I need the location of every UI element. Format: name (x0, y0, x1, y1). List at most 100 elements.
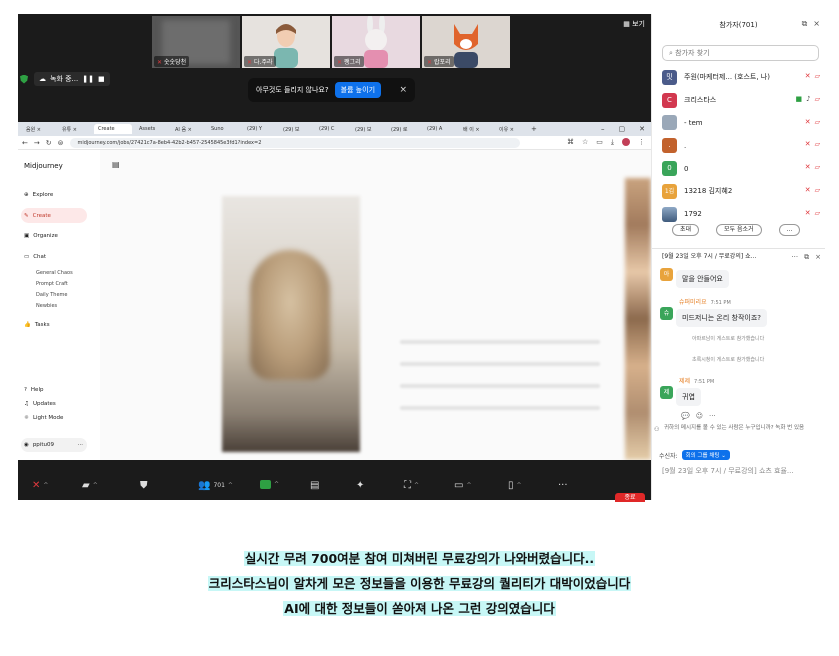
url-field[interactable]: midjourney.com/jobs/27421c7a-8eb4-42b2-b… (69, 137, 520, 148)
participant-row[interactable]: 0 0 ✕ ▱ (662, 157, 822, 180)
participant-row[interactable]: C 크리스타스 ■ ♪ ▱ (662, 89, 822, 112)
chevron-up-icon[interactable]: ^ (228, 482, 233, 489)
maximize-icon[interactable]: ▢ (619, 125, 626, 133)
chevron-up-icon[interactable]: ^ (414, 482, 419, 489)
browser-tab[interactable]: 배 이 × (459, 124, 492, 135)
browser-tab[interactable]: AI 음 × (171, 124, 204, 135)
end-meeting-button[interactable]: 종료 (615, 493, 645, 502)
chevron-up-icon[interactable]: ^ (517, 482, 522, 489)
pause-icon[interactable]: ❚❚ (82, 75, 94, 83)
chevron-up-icon[interactable]: ^ (274, 481, 279, 488)
share-screen-button[interactable]: ^ (260, 480, 279, 489)
pop-out-icon[interactable]: ⧉ (804, 249, 809, 264)
video-tile-2[interactable]: ✕ 다.주라 (242, 16, 330, 68)
forward-icon[interactable]: → (34, 139, 40, 147)
browser-tab[interactable]: (29) 보 (279, 124, 312, 135)
shield-icon: ⛊ (140, 480, 148, 491)
raise-volume-button[interactable]: 볼륨 높이기 (334, 82, 382, 98)
focus-button[interactable]: ⛶ ^ (404, 480, 419, 491)
ai-companion-button[interactable]: ✦ (356, 480, 364, 491)
mute-all-button[interactable]: 모두 음소거 (716, 224, 762, 236)
reply-icon[interactable]: 💬 (681, 412, 690, 420)
participant-row[interactable]: - tem ✕ ▱ (662, 112, 822, 135)
image-thumbnail-strip[interactable] (625, 178, 651, 460)
nav-organize[interactable]: ▣ Organize (24, 233, 58, 239)
translate-icon[interactable]: ⌘ (567, 138, 574, 147)
browser-tab-active[interactable]: Create (94, 124, 132, 134)
video-tile-4[interactable]: ✕ 랍포리 (422, 16, 510, 68)
browser-tab[interactable]: Suno (207, 124, 240, 134)
more-button[interactable]: ··· (558, 480, 568, 491)
menu-kebab-icon[interactable]: ⋮ (638, 138, 645, 147)
invite-button[interactable]: 초대 (672, 224, 700, 236)
site-info-icon[interactable]: ⊜ (58, 139, 64, 147)
participant-search-input[interactable]: ⌕ 참가자 찾기 (662, 45, 819, 61)
close-icon[interactable]: × (399, 85, 407, 95)
chevron-up-icon[interactable]: ^ (43, 482, 48, 489)
more-icon[interactable]: ··· (709, 412, 716, 420)
chat-room-newbies[interactable]: Newbies (36, 303, 57, 309)
video-button[interactable]: ▰ ^ (82, 480, 98, 491)
nav-explore[interactable]: ⊕ Explore (24, 192, 53, 198)
notes-button[interactable]: ▯ ^ (508, 480, 522, 491)
tile-name: ✕ 랍포리 (424, 56, 454, 67)
chat-room-daily-theme[interactable]: Daily Theme (36, 292, 68, 298)
extensions-icon[interactable]: ▭ (596, 138, 603, 147)
screen-icon: ▭ (454, 480, 464, 491)
participant-row[interactable]: . . ✕ ▱ (662, 134, 822, 157)
summary-button[interactable]: ▤ (310, 480, 319, 491)
image-icon[interactable]: ▤ (112, 160, 120, 169)
download-icon[interactable]: ⤓ (611, 138, 614, 147)
browser-tab[interactable]: Assets (135, 124, 168, 134)
pop-out-icon[interactable]: ⧉ (802, 19, 808, 29)
nav-help[interactable]: ? Help (24, 387, 43, 393)
view-layout-button[interactable]: ▭ ^ (454, 480, 471, 491)
more-options-button[interactable]: ... (778, 224, 801, 236)
video-tile-3[interactable]: ✕ 쨍그리 (332, 16, 420, 68)
browser-tab[interactable]: 이유 × (495, 124, 528, 135)
browser-tab[interactable]: (29) Y (243, 124, 276, 134)
browser-tab[interactable]: (29) A (423, 124, 456, 134)
browser-tab[interactable]: (29) C (315, 124, 348, 134)
minimize-icon[interactable]: – (601, 125, 605, 133)
more-icon[interactable]: ··· (791, 249, 798, 264)
stop-icon[interactable]: ■ (98, 75, 105, 83)
chat-compose-input[interactable]: [9월 23일 오후 7시 / 무료강의] 쇼츠 효율... (662, 466, 825, 476)
participant-row[interactable]: 1792 ✕ ▱ (662, 203, 822, 226)
browser-tab[interactable]: 유튜 × (58, 124, 91, 135)
nav-tasks[interactable]: 👍 Tasks (24, 322, 50, 328)
chat-room-prompt-craft[interactable]: Prompt Craft (36, 281, 68, 287)
close-icon[interactable]: ✕ (639, 125, 645, 133)
mute-button[interactable]: ✕ ^ (32, 480, 48, 491)
reload-icon[interactable]: ↻ (46, 139, 52, 147)
new-tab-icon[interactable]: + (531, 125, 537, 133)
security-button[interactable]: ⛊ (140, 480, 148, 491)
back-icon[interactable]: ← (22, 139, 28, 147)
bookmark-star-icon[interactable]: ☆ (582, 138, 588, 147)
nav-chat[interactable]: ▭ Chat (24, 254, 46, 260)
browser-tab[interactable]: (29) 보 (351, 124, 384, 135)
nav-create[interactable]: ✎ Create (21, 208, 87, 223)
close-icon[interactable]: × (813, 19, 820, 29)
participant-row[interactable]: 1김 13218 김지혜2 ✕ ▱ (662, 180, 822, 203)
browser-tab[interactable]: 음원 × (22, 124, 55, 135)
nav-light-mode[interactable]: ☼ Light Mode (24, 415, 63, 421)
nav-updates[interactable]: ♫ Updates (24, 401, 56, 407)
video-tile-1[interactable]: ✕ 숫숫당천 (152, 16, 240, 68)
visibility-notice: ⚇ 귀하의 메시지를 볼 수 있는 사람은 누구입니까? 녹화 번 있음 (654, 425, 805, 433)
recipient-selector[interactable]: 회의 그룹 채팅 ⌄ (681, 450, 730, 460)
caption-line: 실시간 무려 700여분 참여 미쳐버린 무료강의가 나와버렸습니다.. (243, 551, 596, 566)
chevron-up-icon[interactable]: ^ (93, 482, 98, 489)
close-icon[interactable]: × (815, 249, 821, 264)
chevron-up-icon[interactable]: ^ (466, 482, 471, 489)
participant-row[interactable]: 밋 주원(마케터제... (호스트, 나) ✕ ▱ (662, 66, 822, 89)
chat-room-general-chaos[interactable]: General Chaos (36, 270, 73, 276)
view-button[interactable]: ▦ 보기 (623, 19, 645, 29)
more-icon[interactable]: ··· (78, 442, 87, 448)
browser-tab[interactable]: (29) 로 (387, 124, 420, 135)
emoji-icon[interactable]: ☺ (696, 412, 703, 420)
recording-indicator[interactable]: ☁ 녹화 중... ❚❚ ■ (34, 72, 110, 86)
user-profile[interactable]: ◉ ppitu09 ··· (21, 438, 87, 452)
profile-avatar-icon[interactable] (622, 138, 630, 146)
participants-button[interactable]: 👥 701 ^ (198, 480, 233, 491)
